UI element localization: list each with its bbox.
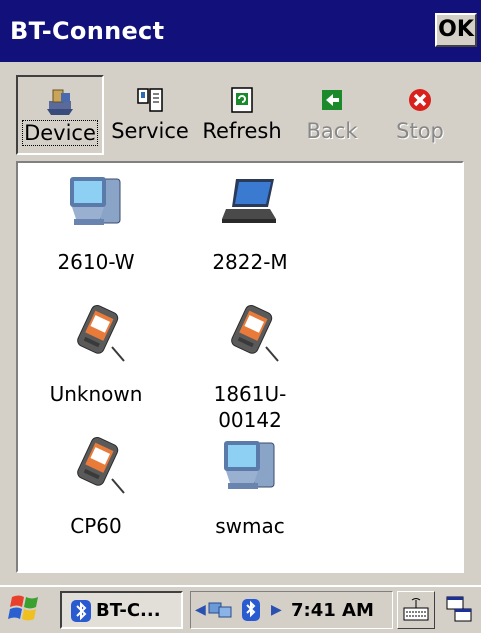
system-tray: ◀ ▶ 7:41 AM xyxy=(190,591,393,629)
taskbar-app-label: BT-C... xyxy=(96,600,161,621)
device-name: 2822-M xyxy=(212,250,288,274)
network-icon[interactable] xyxy=(207,599,233,621)
device-icon xyxy=(47,89,73,115)
windows-flag-icon xyxy=(8,595,38,621)
device-item[interactable]: 1861U- 00142 xyxy=(190,303,310,433)
device-item[interactable]: swmac xyxy=(190,435,310,539)
title-bar: BT-Connect OK xyxy=(0,0,481,62)
desktop-computer-icon xyxy=(224,441,275,489)
taskbar-app-button[interactable]: BT-C... xyxy=(60,591,183,629)
window-title: BT-Connect xyxy=(10,17,165,45)
refresh-icon xyxy=(231,87,253,113)
device-button-label: Device xyxy=(22,120,98,146)
service-button-label: Service xyxy=(111,119,189,143)
device-button[interactable]: Device xyxy=(16,75,104,155)
right-arrow-icon[interactable]: ▶ xyxy=(271,602,282,618)
back-button[interactable]: Back xyxy=(288,75,376,155)
ok-button[interactable]: OK xyxy=(435,13,477,47)
service-button[interactable]: Service xyxy=(106,75,194,155)
bluetooth-tray-icon[interactable] xyxy=(241,598,261,622)
device-name: 1861U- 00142 xyxy=(213,382,287,432)
pda-icon xyxy=(77,436,125,494)
device-name: 2610-W xyxy=(57,250,135,274)
stop-button[interactable]: Stop xyxy=(376,75,464,155)
keyboard-button[interactable] xyxy=(397,591,435,629)
stop-button-label: Stop xyxy=(396,119,444,143)
pda-icon xyxy=(77,304,125,362)
device-item[interactable]: Unknown xyxy=(36,303,156,407)
device-name: Unknown xyxy=(49,382,143,406)
main-window: Device Service Refresh Back Stop 2610-W … xyxy=(6,63,475,582)
back-arrow-icon xyxy=(322,90,342,110)
pda-icon xyxy=(231,304,279,362)
start-button[interactable] xyxy=(6,591,46,629)
back-button-label: Back xyxy=(306,119,358,143)
bluetooth-icon xyxy=(71,600,91,622)
windows-switch-icon xyxy=(446,596,472,622)
left-arrow-icon[interactable]: ◀ xyxy=(195,602,206,618)
device-item[interactable]: 2610-W xyxy=(36,171,156,275)
taskbar: BT-C... ◀ ▶ 7:41 AM xyxy=(0,585,481,633)
device-item[interactable]: 2822-M xyxy=(190,171,310,275)
device-list: 2610-W 2822-M Unknown 1861U- 00142 CP60 … xyxy=(16,161,464,573)
refresh-button-label: Refresh xyxy=(202,119,282,143)
service-icon xyxy=(137,88,163,112)
laptop-icon xyxy=(222,179,276,223)
switch-windows-button[interactable] xyxy=(441,591,477,629)
keyboard-icon xyxy=(403,598,429,621)
device-item[interactable]: CP60 xyxy=(36,435,156,539)
device-name: swmac xyxy=(215,514,285,538)
toolbar: Device Service Refresh Back Stop xyxy=(16,75,464,155)
device-name: CP60 xyxy=(70,514,122,538)
refresh-button[interactable]: Refresh xyxy=(196,75,288,155)
clock[interactable]: 7:41 AM xyxy=(291,600,374,621)
desktop-computer-icon xyxy=(70,177,121,225)
stop-icon xyxy=(409,89,431,111)
